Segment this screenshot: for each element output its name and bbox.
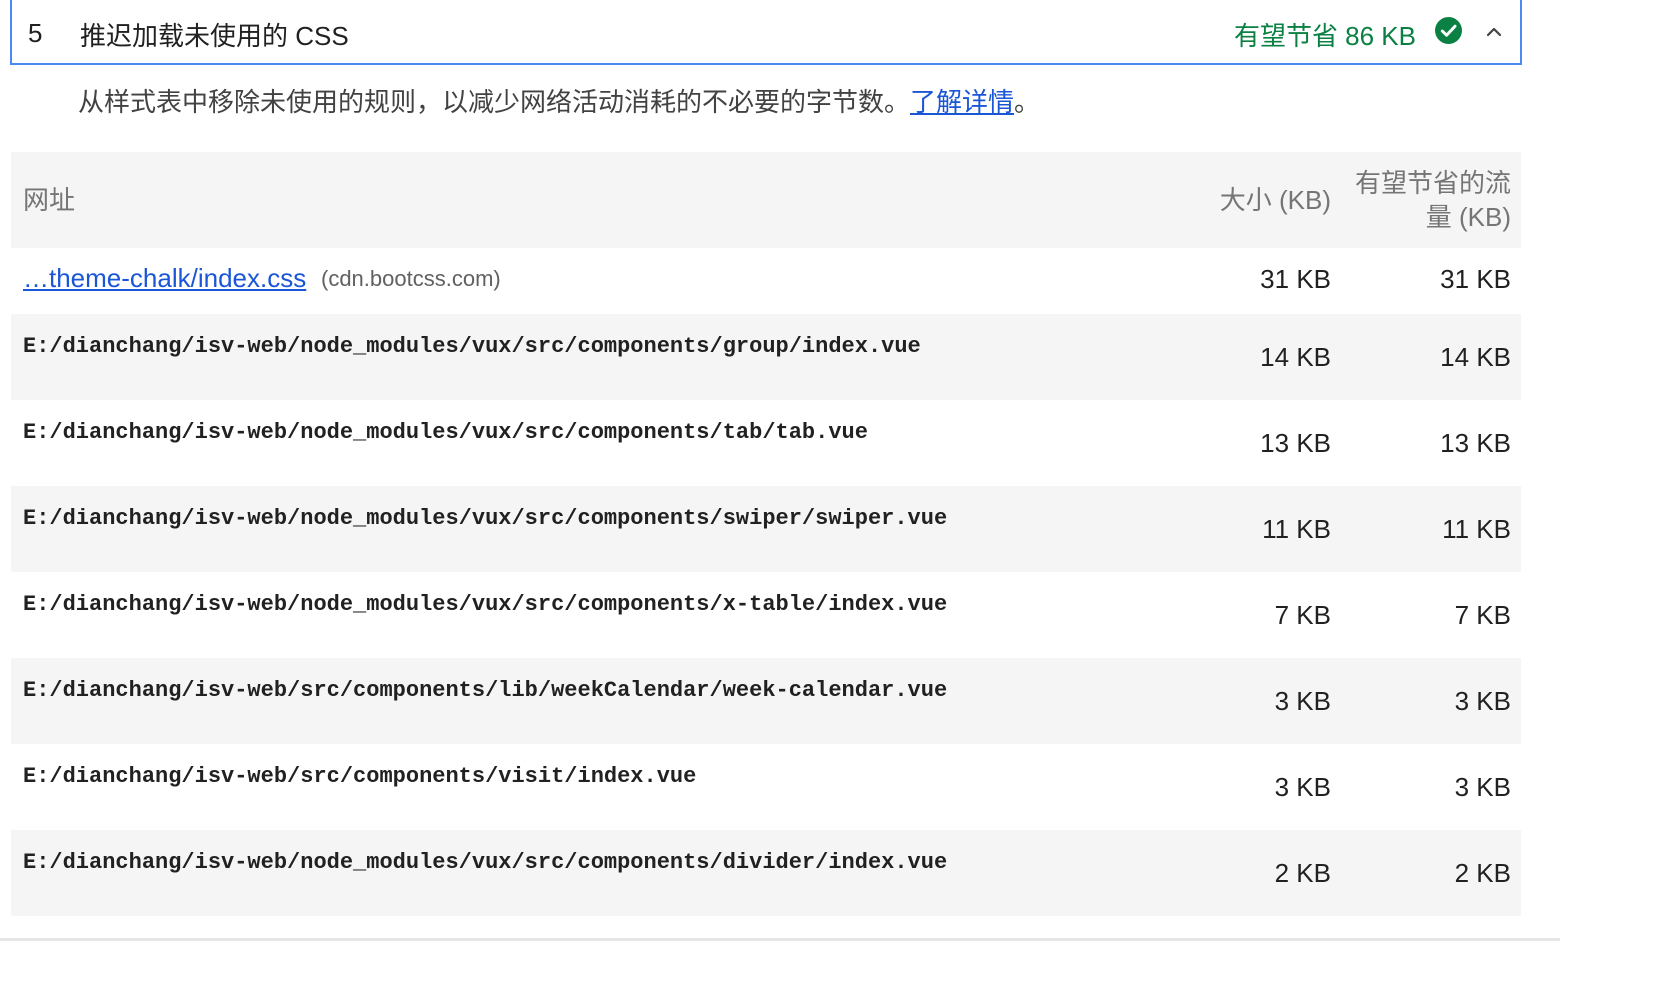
column-header-size: 大小 (KB) [1219, 185, 1331, 215]
learn-more-link[interactable]: 了解详情 [910, 87, 1014, 117]
resource-size: 2 KB [1274, 858, 1331, 888]
table-row: E:/dianchang/isv-web/src/components/visi… [11, 744, 1521, 830]
resource-path: E:/dianchang/isv-web/node_modules/vux/sr… [23, 592, 948, 617]
resource-path: E:/dianchang/isv-web/node_modules/vux/sr… [23, 850, 948, 875]
resource-savings: 11 KB [1442, 514, 1511, 544]
table-row: E:/dianchang/isv-web/node_modules/vux/sr… [11, 400, 1521, 486]
column-header-url: 网址 [23, 185, 76, 215]
chevron-up-icon[interactable] [1484, 22, 1504, 42]
resource-url-link[interactable]: …theme-chalk/index.css [23, 263, 306, 294]
resource-size: 3 KB [1274, 686, 1331, 716]
resource-path: E:/dianchang/isv-web/src/components/lib/… [23, 678, 948, 703]
resource-path: E:/dianchang/isv-web/node_modules/vux/sr… [23, 506, 948, 531]
table-row: E:/dianchang/isv-web/node_modules/vux/sr… [11, 314, 1521, 400]
resource-path: E:/dianchang/isv-web/node_modules/vux/sr… [23, 420, 868, 445]
description-end: 。 [1014, 87, 1041, 117]
table-row: E:/dianchang/isv-web/src/components/lib/… [11, 658, 1521, 744]
audit-header[interactable]: 5 推迟加载未使用的 CSS 有望节省 86 KB [10, 0, 1522, 65]
description-text: 从样式表中移除未使用的规则，以减少网络活动消耗的不必要的字节数。 [78, 87, 911, 117]
resource-size: 3 KB [1274, 772, 1331, 802]
resource-savings: 3 KB [1454, 772, 1511, 802]
resource-size: 14 KB [1260, 342, 1331, 372]
resource-savings: 14 KB [1440, 342, 1511, 372]
resource-savings: 31 KB [1440, 264, 1511, 294]
resource-size: 7 KB [1274, 600, 1331, 630]
resource-path: E:/dianchang/isv-web/node_modules/vux/sr… [23, 334, 921, 359]
resource-savings: 2 KB [1454, 858, 1511, 888]
details-table: 网址 大小 (KB) 有望节省的流量 (KB) …theme-chalk/ind… [11, 152, 1521, 916]
audit-index: 5 [28, 18, 43, 48]
section-divider [0, 938, 1560, 941]
column-header-savings-line1: 有望节省的流 [1354, 168, 1511, 198]
table-header: 网址 大小 (KB) 有望节省的流量 (KB) [11, 152, 1521, 248]
pass-check-icon [1435, 17, 1462, 44]
resource-savings: 7 KB [1454, 600, 1511, 630]
table-row: E:/dianchang/isv-web/node_modules/vux/sr… [11, 572, 1521, 658]
resource-url-host: (cdn.bootcss.com) [321, 266, 501, 291]
audit-description: 从样式表中移除未使用的规则，以减少网络活动消耗的不必要的字节数。了解详情。 [78, 82, 1040, 119]
resource-size: 11 KB [1262, 514, 1331, 544]
table-row: E:/dianchang/isv-web/node_modules/vux/sr… [11, 486, 1521, 572]
resource-savings: 13 KB [1440, 428, 1511, 458]
table-row: E:/dianchang/isv-web/node_modules/vux/sr… [11, 830, 1521, 916]
resource-savings: 3 KB [1454, 686, 1511, 716]
column-header-savings-line2: 量 (KB) [1425, 202, 1511, 232]
resource-path: E:/dianchang/isv-web/src/components/visi… [23, 764, 697, 789]
audit-savings: 有望节省 86 KB [1233, 21, 1416, 51]
audit-title: 推迟加载未使用的 CSS [80, 21, 349, 51]
column-header-savings: 有望节省的流量 (KB) [1346, 166, 1511, 234]
resource-size: 31 KB [1260, 264, 1331, 294]
table-row: …theme-chalk/index.css (cdn.bootcss.com)… [11, 248, 1521, 314]
resource-size: 13 KB [1260, 428, 1331, 458]
